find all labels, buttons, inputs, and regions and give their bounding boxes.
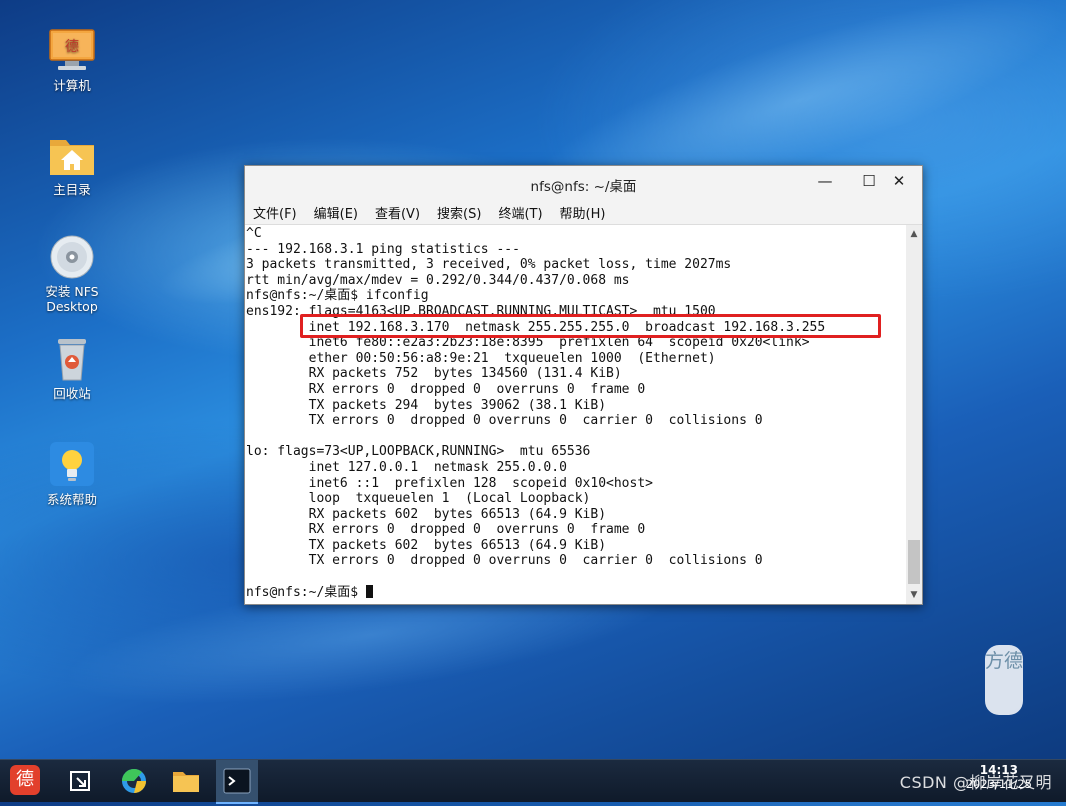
terminal-line: ether 00:50:56:a8:9e:21 txqueuelen 1000 … (246, 350, 716, 366)
svg-text:德: 德 (65, 39, 79, 55)
folder-icon (173, 772, 199, 792)
show-desktop-icon (70, 771, 90, 791)
lightbulb-icon (48, 442, 96, 488)
terminal-icon (223, 768, 251, 794)
taskbar: 德 14:13 2023/11/25 CSDN @柳岸花又明 (0, 759, 1066, 804)
start-button[interactable]: 德 (10, 765, 42, 797)
browser-icon (121, 768, 146, 793)
desktop-icon-label: 系统帮助 (46, 492, 97, 507)
desktop-icon-computer[interactable]: 德 计算机 (37, 28, 107, 93)
terminal-line: inet 192.168.3.170 netmask 255.255.255.0… (246, 319, 826, 335)
desktop-icon-label: 安装 NFS Desktop (45, 284, 99, 314)
desktop-icon-trash[interactable]: 回收站 (37, 336, 107, 401)
terminal-prompt-line[interactable]: nfs@nfs:~/桌面$ (246, 584, 906, 601)
terminal-line: ens192: flags=4163<UP,BROADCAST,RUNNING,… (246, 303, 716, 319)
menu-terminal[interactable]: 终端(T) (498, 203, 542, 222)
home-folder-icon (48, 132, 96, 178)
desktop-icon-home[interactable]: 主目录 (37, 132, 107, 197)
trash-icon (48, 336, 96, 382)
terminal-line: 3 packets transmitted, 3 received, 0% pa… (246, 257, 732, 273)
terminal-line: ^C (246, 226, 262, 241)
computer-icon: 德 (48, 28, 96, 74)
desktop-icon-install-nfs[interactable]: 安装 NFS Desktop (37, 234, 107, 314)
terminal-line: inet 127.0.0.1 netmask 255.0.0.0 (246, 459, 567, 475)
terminal-taskbar-button[interactable] (216, 760, 258, 804)
menu-search[interactable]: 搜索(S) (437, 203, 481, 222)
desktop-icon-help[interactable]: 系统帮助 (37, 442, 107, 507)
menu-bar: 文件(F) 编辑(E) 查看(V) 搜索(S) 终端(T) 帮助(H) (245, 200, 922, 225)
terminal-line: inet6 fe80::e2a3:2b23:18e:8395 prefixlen… (246, 335, 810, 351)
desktop-logo: 方德 (985, 645, 1023, 715)
terminal-line: RX packets 602 bytes 66513 (64.9 KiB) (246, 506, 607, 522)
terminal-output[interactable]: ^C --- 192.168.3.1 ping statistics --- 3 p… (245, 225, 906, 604)
terminal-line: --- 192.168.3.1 ping statistics --- (246, 241, 520, 257)
menu-file[interactable]: 文件(F) (253, 203, 297, 222)
minimize-button[interactable]: — (803, 168, 847, 194)
terminal-line: TX packets 602 bytes 66513 (64.9 KiB) (246, 537, 607, 553)
terminal-line: RX packets 752 bytes 134560 (131.4 KiB) (246, 366, 622, 382)
terminal-line: nfs@nfs:~/桌面$ ifconfig (246, 288, 429, 304)
terminal-prompt: nfs@nfs:~/桌面$ (246, 584, 366, 600)
disc-icon (48, 234, 96, 280)
show-desktop-button[interactable] (64, 765, 96, 797)
title-bar[interactable]: nfs@nfs: ~/桌面 — ☐ ✕ (245, 166, 922, 200)
terminal-line: loop txqueuelen 1 (Local Loopback) (246, 491, 591, 507)
menu-help[interactable]: 帮助(H) (560, 203, 606, 222)
start-logo-icon: 德 (10, 765, 40, 795)
vertical-scrollbar[interactable]: ▲ ▼ (906, 225, 922, 604)
terminal-line: RX errors 0 dropped 0 overruns 0 frame 0 (246, 522, 646, 538)
terminal-line: TX errors 0 dropped 0 overruns 0 carrier… (246, 413, 763, 429)
terminal-window[interactable]: nfs@nfs: ~/桌面 — ☐ ✕ 文件(F) 编辑(E) 查看(V) 搜索… (244, 165, 923, 605)
desktop-icon-label: 主目录 (53, 182, 91, 197)
menu-view[interactable]: 查看(V) (375, 203, 420, 222)
terminal-line: lo: flags=73<UP,LOOPBACK,RUNNING> mtu 65… (246, 444, 591, 460)
terminal-line: inet6 ::1 prefixlen 128 scopeid 0x10<hos… (246, 475, 653, 491)
terminal-line: TX errors 0 dropped 0 overruns 0 carrier… (246, 553, 763, 569)
menu-edit[interactable]: 编辑(E) (314, 203, 358, 222)
terminal-lines: ^C --- 192.168.3.1 ping statistics --- 3 p… (245, 225, 906, 600)
terminal-line: TX packets 294 bytes 39062 (38.1 KiB) (246, 397, 607, 413)
scroll-down-arrow-icon[interactable]: ▼ (906, 588, 922, 602)
terminal-line: RX errors 0 dropped 0 overruns 0 frame 0 (246, 381, 646, 397)
close-button[interactable]: ✕ (877, 168, 921, 194)
file-manager-button[interactable] (170, 765, 202, 797)
scroll-thumb[interactable] (908, 540, 920, 584)
desktop-icon-label: 回收站 (53, 386, 91, 401)
browser-button[interactable] (118, 765, 150, 797)
scroll-up-arrow-icon[interactable]: ▲ (906, 227, 922, 241)
text-cursor (365, 584, 373, 598)
desktop-icon-label: 计算机 (53, 78, 91, 93)
csdn-watermark: CSDN @柳岸花又明 (899, 773, 1052, 792)
terminal-line: rtt min/avg/max/mdev = 0.292/0.344/0.437… (246, 272, 630, 288)
